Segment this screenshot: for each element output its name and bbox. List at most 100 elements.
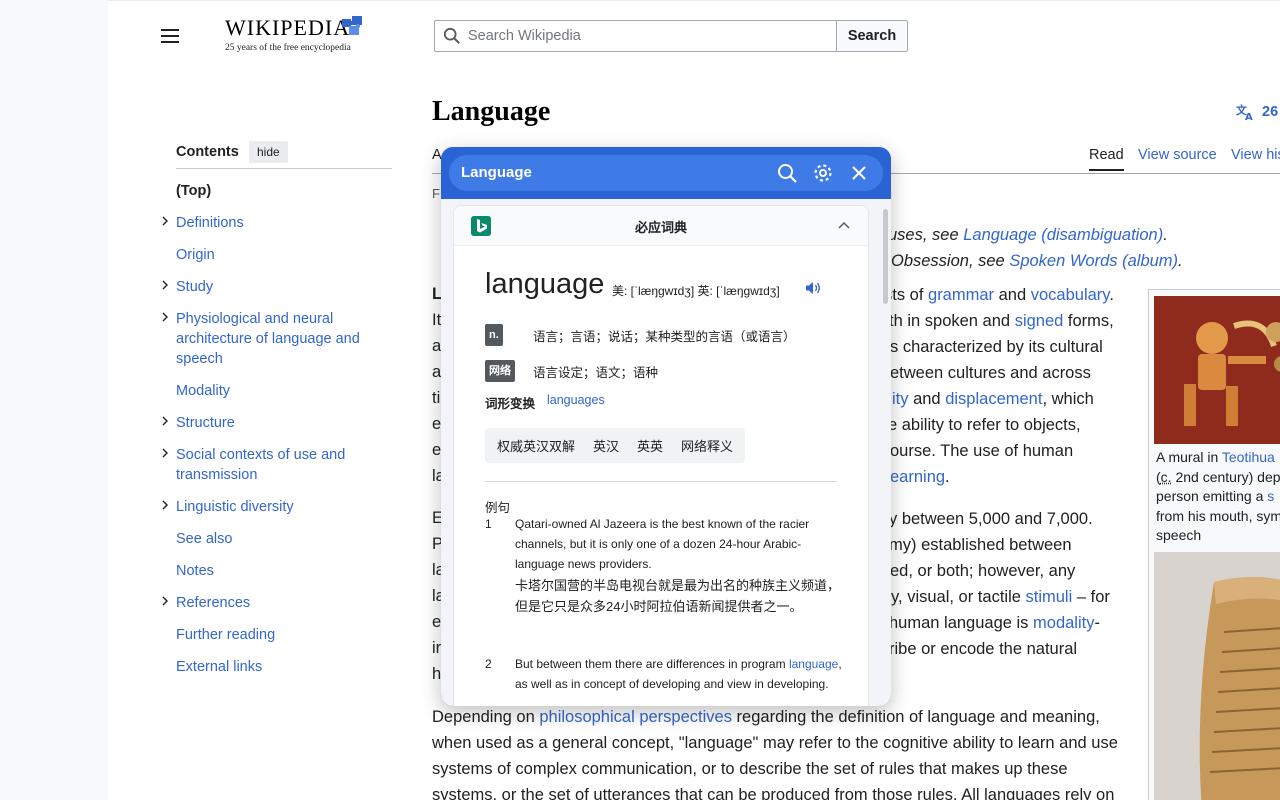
tab-view-source[interactable]: View source — [1138, 147, 1217, 163]
toc-link[interactable]: Physiological and neural architecture of… — [176, 311, 360, 367]
toc-item: Study — [162, 277, 392, 297]
toc-item: See also — [176, 529, 392, 549]
hatnote-link[interactable]: Language (disambiguation) — [963, 226, 1163, 244]
article-link[interactable]: earning — [890, 468, 945, 486]
toc-link[interactable]: Further reading — [176, 627, 275, 643]
popup-search-bar: Language — [449, 155, 883, 191]
popup-query-text[interactable]: Language — [461, 164, 532, 181]
text-line: earning. — [890, 464, 950, 490]
dictionary-tab[interactable]: 英英 — [637, 436, 663, 455]
toc-item: Physiological and neural architecture of… — [162, 309, 392, 369]
example-number: 1 — [485, 517, 492, 531]
word-forms-label: 词形变换 — [485, 397, 536, 411]
search-button[interactable]: Search — [836, 20, 908, 52]
text-line: Depending on philosophical perspectives … — [432, 704, 1100, 730]
dictionary-card-header[interactable]: 必应词典 — [454, 206, 868, 246]
word-form-link[interactable]: languages — [547, 393, 605, 407]
languages-count: 26 — [1262, 104, 1279, 120]
chevron-right-icon[interactable] — [160, 312, 170, 322]
text: s characterized by its cultural — [890, 338, 1103, 356]
logo-wordmark: WIKIPEDIA — [225, 15, 351, 40]
toc-link[interactable]: External links — [176, 659, 262, 675]
phonetic-uk: 英: [ˈlæŋɡwɪdʒ] — [697, 284, 780, 298]
text-line: systems, or the set of utterances that c… — [432, 782, 1114, 800]
caption-line: speech — [1156, 526, 1280, 546]
toc-link[interactable]: Social contexts of use and transmission — [176, 447, 345, 483]
toc-link[interactable]: (Top) — [176, 183, 211, 199]
toc-link[interactable]: Origin — [176, 247, 215, 263]
article-link[interactable]: philosophical perspectives — [539, 708, 732, 726]
text: when used as a general concept, "languag… — [432, 734, 1118, 752]
chevron-right-icon[interactable] — [160, 216, 170, 226]
toc-link[interactable]: Definitions — [176, 215, 244, 231]
search-input[interactable] — [434, 20, 837, 52]
popup-scrollbar-thumb[interactable] — [883, 209, 888, 304]
text: , which — [1042, 390, 1094, 408]
chevron-right-icon[interactable] — [160, 416, 170, 426]
chevron-right-icon[interactable] — [160, 448, 170, 458]
chevron-right-icon[interactable] — [160, 596, 170, 606]
page-title: Language — [432, 96, 551, 127]
text: systems, or the set of utterances that c… — [432, 786, 1115, 800]
dictionary-tab[interactable]: 英汉 — [593, 436, 619, 455]
popup-search-icon[interactable] — [776, 162, 798, 184]
toc-link[interactable]: See also — [176, 531, 232, 547]
text: – for — [1072, 588, 1110, 606]
text-line: ity and displacement, which — [892, 386, 1094, 412]
popup-settings-gear-icon[interactable] — [812, 162, 834, 184]
text-line: systems of complex communication, or to … — [432, 756, 1068, 782]
pos-web-badge: 网络 — [485, 360, 515, 382]
toc-link[interactable]: Structure — [176, 415, 235, 431]
toc-link[interactable]: Study — [176, 279, 213, 295]
text-fragment: e — [432, 415, 442, 433]
toc-list: (Top) Definitions Origin Study Physiological… — [162, 181, 392, 677]
toc-hide-button[interactable]: hide — [249, 141, 288, 163]
popup-close-icon[interactable] — [848, 162, 870, 184]
text: A mural in — [1156, 449, 1222, 465]
svg-text:A: A — [1245, 112, 1253, 121]
puzzle-globe-icon — [342, 16, 362, 35]
dictionary-tab[interactable]: 权威英汉双解 — [497, 436, 575, 455]
toc-link[interactable]: Linguistic diversity — [176, 499, 294, 515]
toc-link[interactable]: Notes — [176, 563, 214, 579]
article-link[interactable]: stimuli — [1026, 588, 1073, 606]
article-link[interactable]: signed — [1015, 312, 1064, 330]
mural-image[interactable] — [1154, 296, 1280, 444]
example-english: Qatari-owned Al Jazeera is the best know… — [515, 517, 810, 571]
article-link[interactable]: ity — [892, 390, 909, 408]
caption-link[interactable]: s — [1267, 488, 1274, 504]
text: 2nd century) dep — [1171, 468, 1280, 485]
chevron-up-icon[interactable] — [838, 220, 850, 232]
text: my) established between — [889, 536, 1072, 554]
toc-link[interactable]: References — [176, 595, 250, 611]
logo-tagline: 25 years of the free encyclopedia — [225, 43, 351, 53]
article-link[interactable]: modality — [1033, 614, 1094, 632]
article-link[interactable]: grammar — [928, 286, 994, 304]
hatnote-link[interactable]: Spoken Words (album) — [1009, 252, 1178, 270]
text: . — [945, 468, 950, 486]
caption-link[interactable]: Teotihua — [1222, 449, 1275, 465]
toc-link[interactable]: Modality — [176, 383, 230, 399]
text-line: y, visual, or tactile stimuli – for — [891, 584, 1110, 610]
tab-view-history[interactable]: View his — [1231, 147, 1280, 163]
text: speech — [1156, 527, 1202, 543]
main-menu-button[interactable] — [160, 25, 182, 47]
text-line: y between 5,000 and 7,000. — [889, 506, 1093, 532]
phonetic-us: 美: [ˈlæŋɡwɪdʒ] — [612, 284, 695, 298]
wikipedia-logo[interactable]: WIKIPEDIA 25 years of the free encyclope… — [225, 13, 375, 57]
tab-read[interactable]: Read — [1089, 147, 1124, 171]
cuneiform-tablet-image[interactable] — [1154, 552, 1280, 800]
toc-item: References — [162, 593, 392, 613]
chevron-right-icon[interactable] — [160, 500, 170, 510]
article-link[interactable]: displacement — [945, 390, 1042, 408]
abbr: c. — [1160, 468, 1172, 485]
text: person emitting a — [1156, 488, 1268, 504]
chevron-right-icon[interactable] — [160, 280, 170, 290]
example-link[interactable]: language — [789, 657, 838, 671]
toc-item: (Top) — [176, 181, 392, 201]
text-line: sts of grammar and vocabulary. — [884, 282, 1114, 308]
article-link[interactable]: vocabulary — [1031, 286, 1110, 304]
languages-button[interactable]: 文 A 26 — [1236, 103, 1278, 121]
speaker-icon[interactable] — [805, 281, 821, 295]
dictionary-tab[interactable]: 网络释义 — [681, 436, 733, 455]
